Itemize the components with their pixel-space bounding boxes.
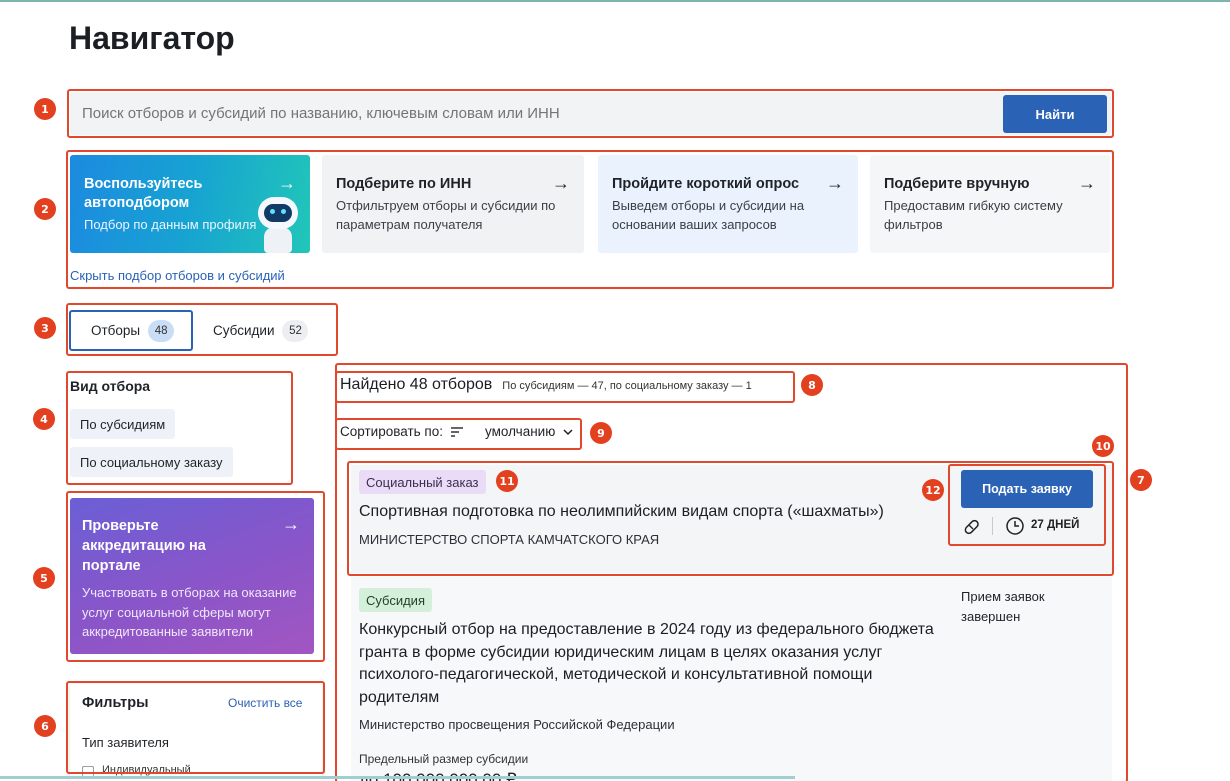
annotation-marker: 4 <box>33 408 55 430</box>
annotation-box <box>66 371 293 485</box>
annotation-marker: 10 <box>1092 435 1114 457</box>
annotation-marker: 1 <box>34 98 56 120</box>
annotation-box <box>67 89 1114 138</box>
annotation-marker: 12 <box>922 479 944 501</box>
annotation-marker: 3 <box>34 317 56 339</box>
annotation-marker: 8 <box>801 374 823 396</box>
annotation-box <box>66 491 325 662</box>
annotation-box <box>66 150 1114 289</box>
page-title: Навигатор <box>69 20 235 56</box>
annotation-marker: 7 <box>1130 469 1152 491</box>
annotation-marker: 2 <box>34 198 56 220</box>
annotation-box <box>66 681 325 774</box>
annotation-marker: 11 <box>496 470 518 492</box>
top-border <box>0 0 1230 2</box>
annotation-marker: 6 <box>34 715 56 737</box>
annotation-marker: 5 <box>33 567 55 589</box>
annotation-box <box>948 464 1106 546</box>
bottom-bar <box>0 776 795 779</box>
annotation-marker: 9 <box>590 422 612 444</box>
annotation-box <box>335 371 795 403</box>
annotation-box <box>335 418 582 450</box>
annotation-box <box>66 303 338 356</box>
